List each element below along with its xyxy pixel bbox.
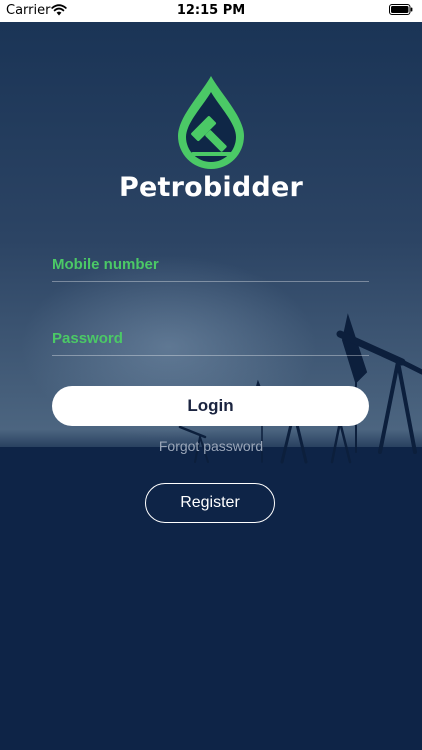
battery-icon: [389, 4, 413, 15]
oil-drop-gavel-icon: [178, 76, 244, 169]
status-bar: Carrier 12:15 PM: [0, 0, 422, 22]
login-button[interactable]: Login: [52, 386, 369, 426]
login-screen: Carrier 12:15 PM Petrobidder Mobile numb…: [0, 0, 422, 750]
clock: 12:15 PM: [176, 3, 246, 18]
brand-name: Petrobidder: [119, 172, 303, 203]
mobile-underline: [52, 281, 369, 282]
register-button[interactable]: Register: [145, 483, 275, 523]
password-label: Password: [52, 330, 123, 347]
password-underline: [52, 355, 369, 356]
mobile-label: Mobile number: [52, 256, 159, 273]
forgot-password-link[interactable]: Forgot password: [0, 438, 422, 454]
